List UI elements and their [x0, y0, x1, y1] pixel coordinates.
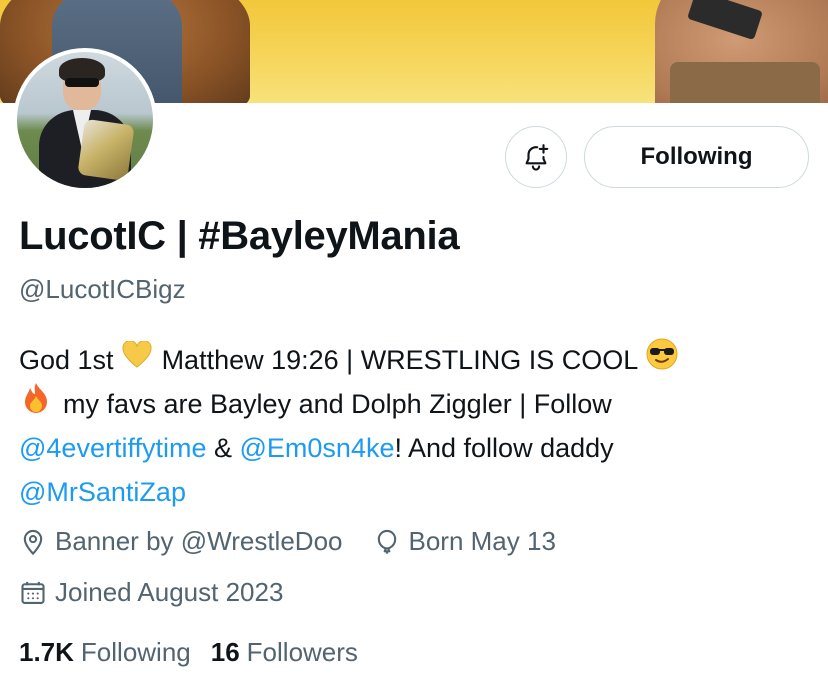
profile-meta-row: Banner by @WrestleDoo Born May 13	[19, 526, 556, 557]
joined-text: Joined August 2023	[55, 577, 284, 607]
following-button[interactable]: Following	[584, 126, 809, 188]
profile-stats: 1.7K Following 16 Followers	[19, 637, 358, 668]
balloon-icon	[377, 529, 396, 554]
bio-text: &	[206, 433, 240, 463]
bio-line: my favs are Bayley and Dolph Ziggler | F…	[19, 382, 809, 426]
bio-line: God 1st Matthew 19:26 | WRESTLING IS COO…	[19, 338, 809, 382]
fire-icon	[23, 382, 49, 427]
bio-text: God 1st	[19, 345, 114, 375]
avatar[interactable]	[13, 48, 157, 192]
following-count: 1.7K	[19, 637, 74, 667]
bio-line: @MrSantiZap	[19, 470, 809, 514]
joined-item: Joined August 2023	[19, 577, 283, 608]
following-label: Following	[80, 637, 191, 667]
user-handle: @LucotICBigz	[19, 274, 186, 304]
followers-count: 16	[210, 637, 240, 667]
following-count-link[interactable]: 1.7K Following	[19, 637, 191, 668]
mention-link[interactable]: @Em0sn4ke	[240, 426, 395, 470]
sunglasses-face-icon	[646, 338, 678, 383]
notifications-button[interactable]	[505, 126, 567, 188]
bio-text: Matthew 19:26 | WRESTLING IS COOL	[161, 345, 639, 375]
display-name: LucotIC | #BayleyMania	[19, 214, 460, 258]
location-pin-icon	[23, 529, 43, 555]
bio-line: @4evertiffytime & @Em0sn4ke ! And follow…	[19, 426, 809, 470]
bio-text: ! And follow daddy	[394, 433, 614, 463]
avatar-championship-belt	[77, 118, 135, 182]
birthday-item: Born May 13	[373, 526, 556, 557]
banner-figure-right-trunks	[670, 62, 820, 103]
joined-row: Joined August 2023	[19, 577, 283, 608]
followers-label: Followers	[246, 637, 358, 667]
mention-link[interactable]: @4evertiffytime	[19, 426, 206, 470]
avatar-sunglasses	[65, 78, 99, 87]
bio-text: my favs are Bayley and Dolph Ziggler | F…	[63, 389, 612, 419]
calendar-icon	[21, 581, 45, 604]
profile-bio: God 1st Matthew 19:26 | WRESTLING IS COO…	[19, 338, 809, 514]
avatar-image	[17, 52, 153, 188]
yellow-heart-icon	[122, 338, 152, 382]
mention-link[interactable]: @MrSantiZap	[19, 470, 186, 514]
location-text: Banner by @WrestleDoo	[55, 526, 343, 556]
birthday-text: Born May 13	[408, 526, 556, 556]
followers-count-link[interactable]: 16 Followers	[211, 637, 358, 668]
location-item: Banner by @WrestleDoo	[19, 526, 343, 557]
bell-plus-icon	[525, 144, 549, 171]
